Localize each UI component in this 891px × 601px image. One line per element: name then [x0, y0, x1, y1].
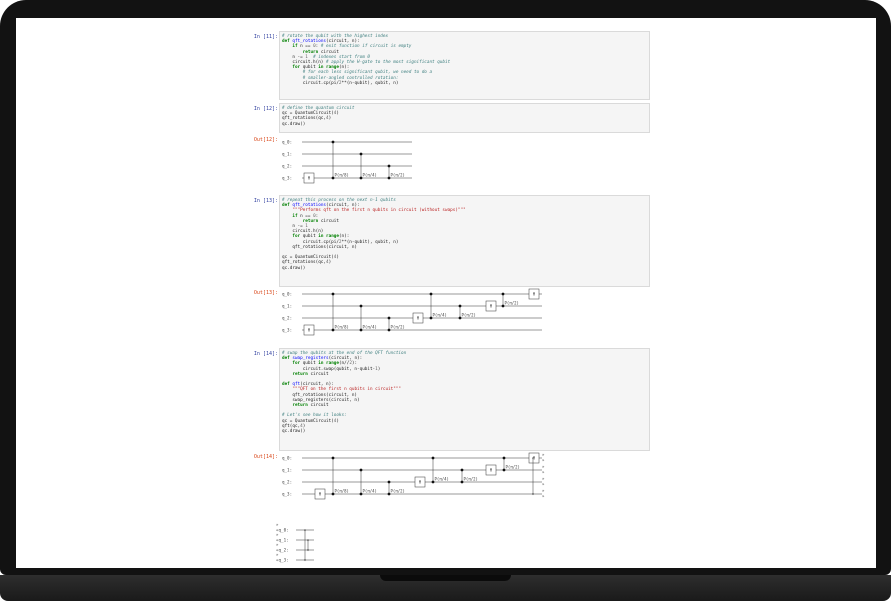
wire-label: q_2: [282, 480, 292, 485]
continuation-arrow: » [542, 476, 545, 481]
laptop-base [0, 575, 891, 601]
code-cell[interactable]: # define the quantum circuit qc = Quantum… [279, 103, 650, 133]
circuit-diagram: q_0:q_1:q_2:q_3: HP(π/8) P(π/4) P(π/2) [282, 140, 412, 184]
input-prompt: In [11]: [253, 34, 278, 40]
continuation-arrow: » [542, 488, 545, 493]
gate-label: P(π/2) [391, 489, 405, 494]
wire-label: q_2: [282, 164, 292, 169]
control-dot [502, 456, 506, 460]
gate-label: P(π/8) [335, 325, 349, 330]
code-block[interactable]: # rotate the qubit with the highest inde… [282, 34, 450, 86]
code-block[interactable]: # define the quantum circuit qc = Quantum… [282, 106, 354, 127]
control-dot [359, 152, 363, 156]
wire-label: q_3: [282, 176, 292, 181]
control-dot [359, 468, 363, 472]
control-dot [359, 304, 363, 308]
control-dot [431, 456, 435, 460]
wire-label: q_0: [282, 292, 292, 297]
wire-label: q_1: [282, 152, 292, 157]
code-cell[interactable]: # rotate the qubit with the highest inde… [279, 31, 650, 100]
circuit-diagram-output: q_0: q_1: q_2: q_3: H P(π/8) P(π/4) P(π/2) H P(π/… [282, 288, 552, 336]
wire-label: «q_3: [276, 558, 289, 563]
continuation-arrow: » [542, 482, 545, 487]
input-prompt: In [13]: [253, 198, 278, 204]
circuit-diagram-output: q_0: q_1: q_2: q_3: H P(π/8) P(π/4) P(π/2) [282, 138, 432, 184]
output-prompt: Out[14]: [253, 454, 278, 460]
wire-label: q_0: [282, 140, 292, 145]
gate-label: P(π/2) [505, 301, 519, 306]
gate-label: P(π/8) [335, 489, 349, 494]
control-dot [429, 292, 433, 296]
wire-label: q_3: [282, 492, 292, 497]
wire-label: q_1: [282, 304, 292, 309]
control-dot [458, 304, 462, 308]
wire-label: q_1: [282, 468, 292, 473]
code-line: qc.draw() [282, 429, 306, 435]
code-block[interactable]: # repeat this process on the next n-1 qu… [282, 198, 466, 271]
code-line: circuit.cp(pi/2**(n-qubit), qubit, n) [282, 80, 399, 86]
control-dot [387, 480, 391, 484]
control-dot [331, 456, 335, 460]
gate-label: P(π/4) [435, 477, 449, 482]
continuation-arrow: » [276, 552, 279, 557]
wire-label: q_3: [282, 328, 292, 333]
control-dot [387, 164, 391, 168]
continuation-arrow: » [276, 542, 279, 547]
wire-label: q_0: [282, 456, 292, 461]
laptop-base-notch [380, 575, 511, 581]
wire-label: q_2: [282, 316, 292, 321]
gate-label: P(π/8) [335, 173, 349, 178]
notebook-screen[interactable]: In [11]: # rotate the qubit with the hig… [16, 18, 876, 568]
control-dot [331, 292, 335, 296]
code-cell[interactable]: # repeat this process on the next n-1 qu… [279, 195, 650, 287]
continuation-arrow: » [542, 452, 545, 457]
input-prompt: In [12]: [253, 106, 278, 112]
gate-label: P(π/4) [433, 313, 447, 318]
input-prompt: In [14]: [253, 351, 278, 357]
gate-label: P(π/4) [363, 489, 377, 494]
control-dot [460, 468, 464, 472]
code-line: qc.draw() [282, 121, 306, 127]
code-line: qc.draw() [282, 265, 306, 271]
gate-label: P(π/2) [391, 325, 405, 330]
gate-label: P(π/2) [391, 173, 405, 178]
continuation-arrow: » [276, 522, 279, 527]
code-block[interactable]: # swap the qubits at the end of the QFT … [282, 351, 406, 434]
output-prompt: Out[13]: [253, 290, 278, 296]
circuit-diagram: q_0:q_1:q_2:q_3: HP(π/8) P(π/4) P(π/2)HP(π/… [276, 452, 545, 563]
gate-label: P(π/2) [464, 477, 478, 482]
continuation-arrow: » [542, 464, 545, 469]
control-dot [331, 140, 335, 144]
gate-label: P(π/4) [363, 173, 377, 178]
circuit-diagram: q_0:q_1:q_2:q_3: HP(π/8) P(π/4) P(π/2)HP(π/… [282, 288, 542, 336]
continuation-arrow: » [276, 532, 279, 537]
continuation-arrow: » [542, 458, 545, 463]
continuation-arrow: » [542, 494, 545, 499]
gate-label: P(π/2) [506, 465, 520, 470]
control-dot [501, 292, 505, 296]
control-dot [387, 316, 391, 320]
output-prompt: Out[12]: [253, 137, 278, 143]
gate-label: P(π/4) [363, 325, 377, 330]
continuation-arrow: » [542, 470, 545, 475]
gate-label: P(π/2) [462, 313, 476, 318]
code-cell[interactable]: # swap the qubits at the end of the QFT … [279, 348, 650, 451]
circuit-diagram-output: q_0: q_1: q_2: q_3: H P(π/8) P(π/4) P(π/2) H P(π/… [276, 452, 557, 563]
